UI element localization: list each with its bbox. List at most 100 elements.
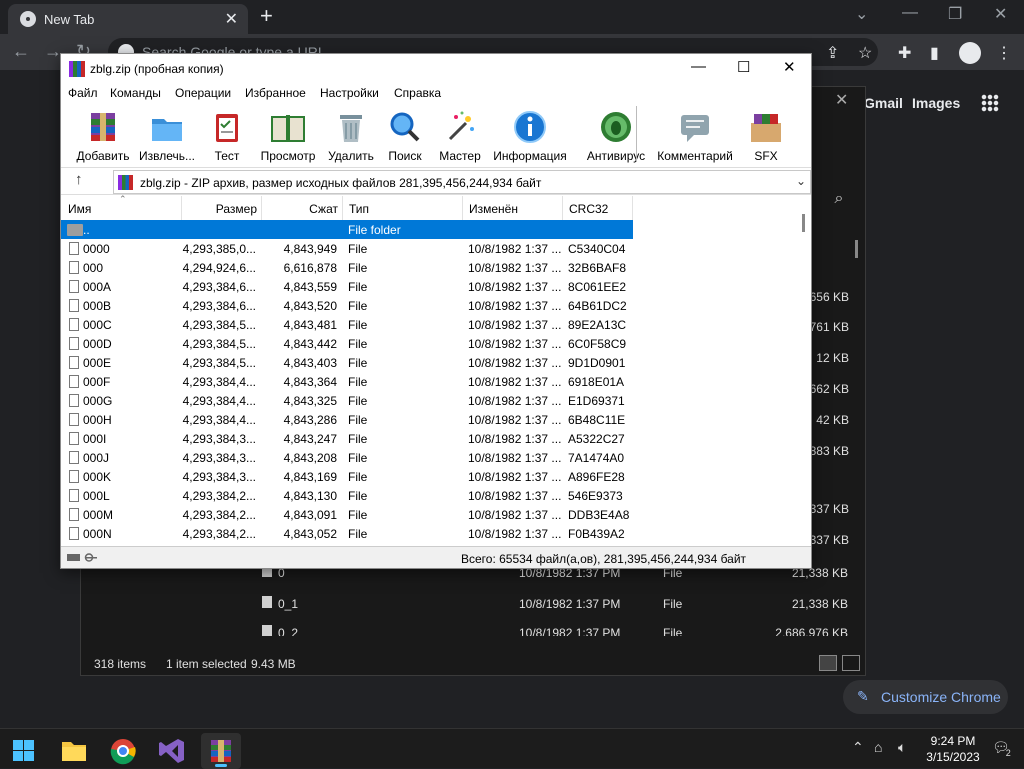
google-apps-grid-icon[interactable] [981,94,999,112]
show-hidden-icons-chevron-icon[interactable]: ⌃ [852,739,864,756]
column-type[interactable]: Тип [343,196,463,220]
file-explorer-icon[interactable] [54,733,94,769]
antivirus-button[interactable]: Антивирус [583,107,649,165]
explorer-scroll-thumb[interactable] [855,240,858,258]
winrar-close-icon[interactable]: ✕ [783,58,796,76]
chrome-restore-icon[interactable]: ❐ [948,4,962,24]
column-name[interactable]: Имя [61,196,182,220]
sfx-button[interactable]: SFX [745,107,787,165]
file-row[interactable]: 000D 4,293,384,5... 4,843,442 File 10/8/1982… [61,334,633,353]
explorer-file-name: 0_1 [278,597,299,611]
explorer-size-cell: 12 KB [816,351,849,365]
details-view-icon[interactable] [819,655,837,671]
file-row[interactable]: 000N 4,293,384,2... 4,843,052 File 10/8/1982… [61,524,633,543]
view-book-icon [271,115,305,142]
info-button[interactable]: Информация [491,107,569,165]
menu-file[interactable]: Файл [68,86,98,100]
explorer-search-icon[interactable]: ⌕ [826,186,852,212]
comment-label: Комментарий [657,149,733,163]
file-type: File [348,261,368,275]
file-size: 4,293,384,5... [182,318,256,332]
start-windows-icon[interactable] [3,733,43,769]
side-panel-icon[interactable]: ▮ [930,43,939,63]
system-clock[interactable]: 9:24 PM 3/15/2023 [924,733,982,765]
menu-help[interactable]: Справка [394,86,441,100]
archive-path-field[interactable]: zblg.zip - ZIP архив, размер исходных фа… [113,170,811,194]
customize-chrome-button[interactable]: ✎ Customize Chrome [843,680,1008,714]
notification-center-icon[interactable]: 💬︎2 [992,739,1015,758]
explorer-file-name: 0_2 [278,626,299,636]
file-row[interactable]: 000 4,294,924,6... 6,616,878 File 10/8/1982 … [61,258,633,277]
file-row[interactable]: 000E 4,293,384,5... 4,843,403 File 10/8/1982… [61,353,633,372]
file-row[interactable]: 000L 4,293,384,2... 4,843,130 File 10/8/1982… [61,486,633,505]
file-row[interactable]: 000B 4,293,384,6... 4,843,520 File 10/8/1982… [61,296,633,315]
extensions-puzzle-icon[interactable]: ✚ [898,43,911,63]
menu-operations[interactable]: Операции [175,86,231,100]
test-button[interactable]: Тест [205,107,249,165]
chrome-icon[interactable] [103,733,143,769]
menu-favorites[interactable]: Избранное [245,86,306,100]
new-tab-plus-icon[interactable]: + [260,5,273,27]
winrar-maximize-icon[interactable]: ☐ [737,58,750,76]
explorer-file-row[interactable]: 0_2 10/8/1982 1:37 PM File 2,686,976 KB [240,622,854,636]
tab-close-icon[interactable]: ✕ [225,9,238,29]
find-button[interactable]: Поиск [383,107,427,165]
file-row[interactable]: 000J 4,293,384,3... 4,843,208 File 10/8/1982… [61,448,633,467]
images-link[interactable]: Images [912,95,960,111]
explorer-size-cell: 761 KB [809,320,849,334]
file-row[interactable]: 000I 4,293,384,3... 4,843,247 File 10/8/1982… [61,429,633,448]
file-row[interactable]: 000M 4,293,384,2... 4,843,091 File 10/8/1982… [61,505,633,524]
tab-search-chevron-icon[interactable]: ⌄ [855,4,868,24]
winrar-taskbar-button[interactable] [201,733,241,769]
profile-avatar[interactable] [959,42,981,64]
view-button[interactable]: Просмотр [257,107,319,165]
tab-new-tab[interactable]: New Tab ✕ [8,4,248,34]
menu-settings[interactable]: Настройки [320,86,379,100]
menu-commands[interactable]: Команды [110,86,161,100]
winrar-title-bar[interactable]: zblg.zip (пробная копия) — ☐ ✕ [61,54,811,84]
file-icon [69,508,79,521]
file-row[interactable]: 000C 4,293,384,5... 4,843,481 File 10/8/1982… [61,315,633,334]
zip-archive-icon [118,175,133,190]
share-icon[interactable]: ⇪ [826,43,839,63]
back-arrow-icon[interactable]: ← [12,41,30,62]
chrome-menu-icon[interactable]: ⋮ [996,43,1012,63]
file-row[interactable]: 000A 4,293,384,6... 4,843,559 File 10/8/1982… [61,277,633,296]
wizard-button[interactable]: Мастер [435,107,485,165]
winrar-minimize-icon[interactable]: — [691,58,706,75]
volume-icon[interactable]: 🔈︎ [898,739,906,756]
file-crc32: 546E9373 [568,489,623,503]
comment-button[interactable]: Комментарий [655,107,735,165]
add-button[interactable]: Добавить [73,107,133,165]
column-modified[interactable]: Изменён [463,196,563,220]
column-packed[interactable]: Сжат [262,196,343,220]
file-name: 000B [83,299,112,313]
delete-button[interactable]: Удалить [325,107,377,165]
clock-date: 3/15/2023 [926,750,980,764]
column-size[interactable]: Размер [182,196,262,220]
column-crc32[interactable]: CRC32 [563,196,633,220]
file-row[interactable]: 0000 4,293,385,0... 4,843,949 File 10/8/1982… [61,239,633,258]
file-row[interactable]: 000F 4,293,384,4... 4,843,364 File 10/8/1982… [61,372,633,391]
file-row[interactable]: 000K 4,293,384,3... 4,843,169 File 10/8/1982… [61,467,633,486]
bookmark-star-icon[interactable]: ☆ [858,43,872,63]
explorer-close-icon[interactable]: ✕ [835,90,848,110]
explorer-file-row[interactable]: 0_1 10/8/1982 1:37 PM File 21,338 KB [240,593,854,615]
file-row[interactable]: 000G 4,293,384,4... 4,843,325 File 10/8/1982… [61,391,633,410]
chrome-minimize-icon[interactable]: — [902,4,918,22]
up-arrow-icon[interactable]: ↑ [75,171,83,188]
explorer-file-date: 10/8/1982 1:37 PM [519,597,621,611]
file-type: File [348,451,368,465]
file-icon [69,527,79,540]
chrome-close-icon[interactable]: ✕ [994,4,1007,24]
tiles-view-icon[interactable] [842,655,860,671]
gmail-link[interactable]: Gmail [864,95,903,111]
visual-studio-icon[interactable] [152,733,192,769]
scroll-thumb[interactable] [802,214,805,232]
file-list-scrollbar[interactable] [799,214,809,544]
path-dropdown-chevron-icon[interactable]: ⌄ [796,174,806,188]
extract-button[interactable]: Извлечь... [137,107,197,165]
parent-folder-row[interactable]: .. File folder [61,220,633,239]
network-icon[interactable]: ⌂ [874,739,882,755]
file-row[interactable]: 000H 4,293,384,4... 4,843,286 File 10/8/1982… [61,410,633,429]
